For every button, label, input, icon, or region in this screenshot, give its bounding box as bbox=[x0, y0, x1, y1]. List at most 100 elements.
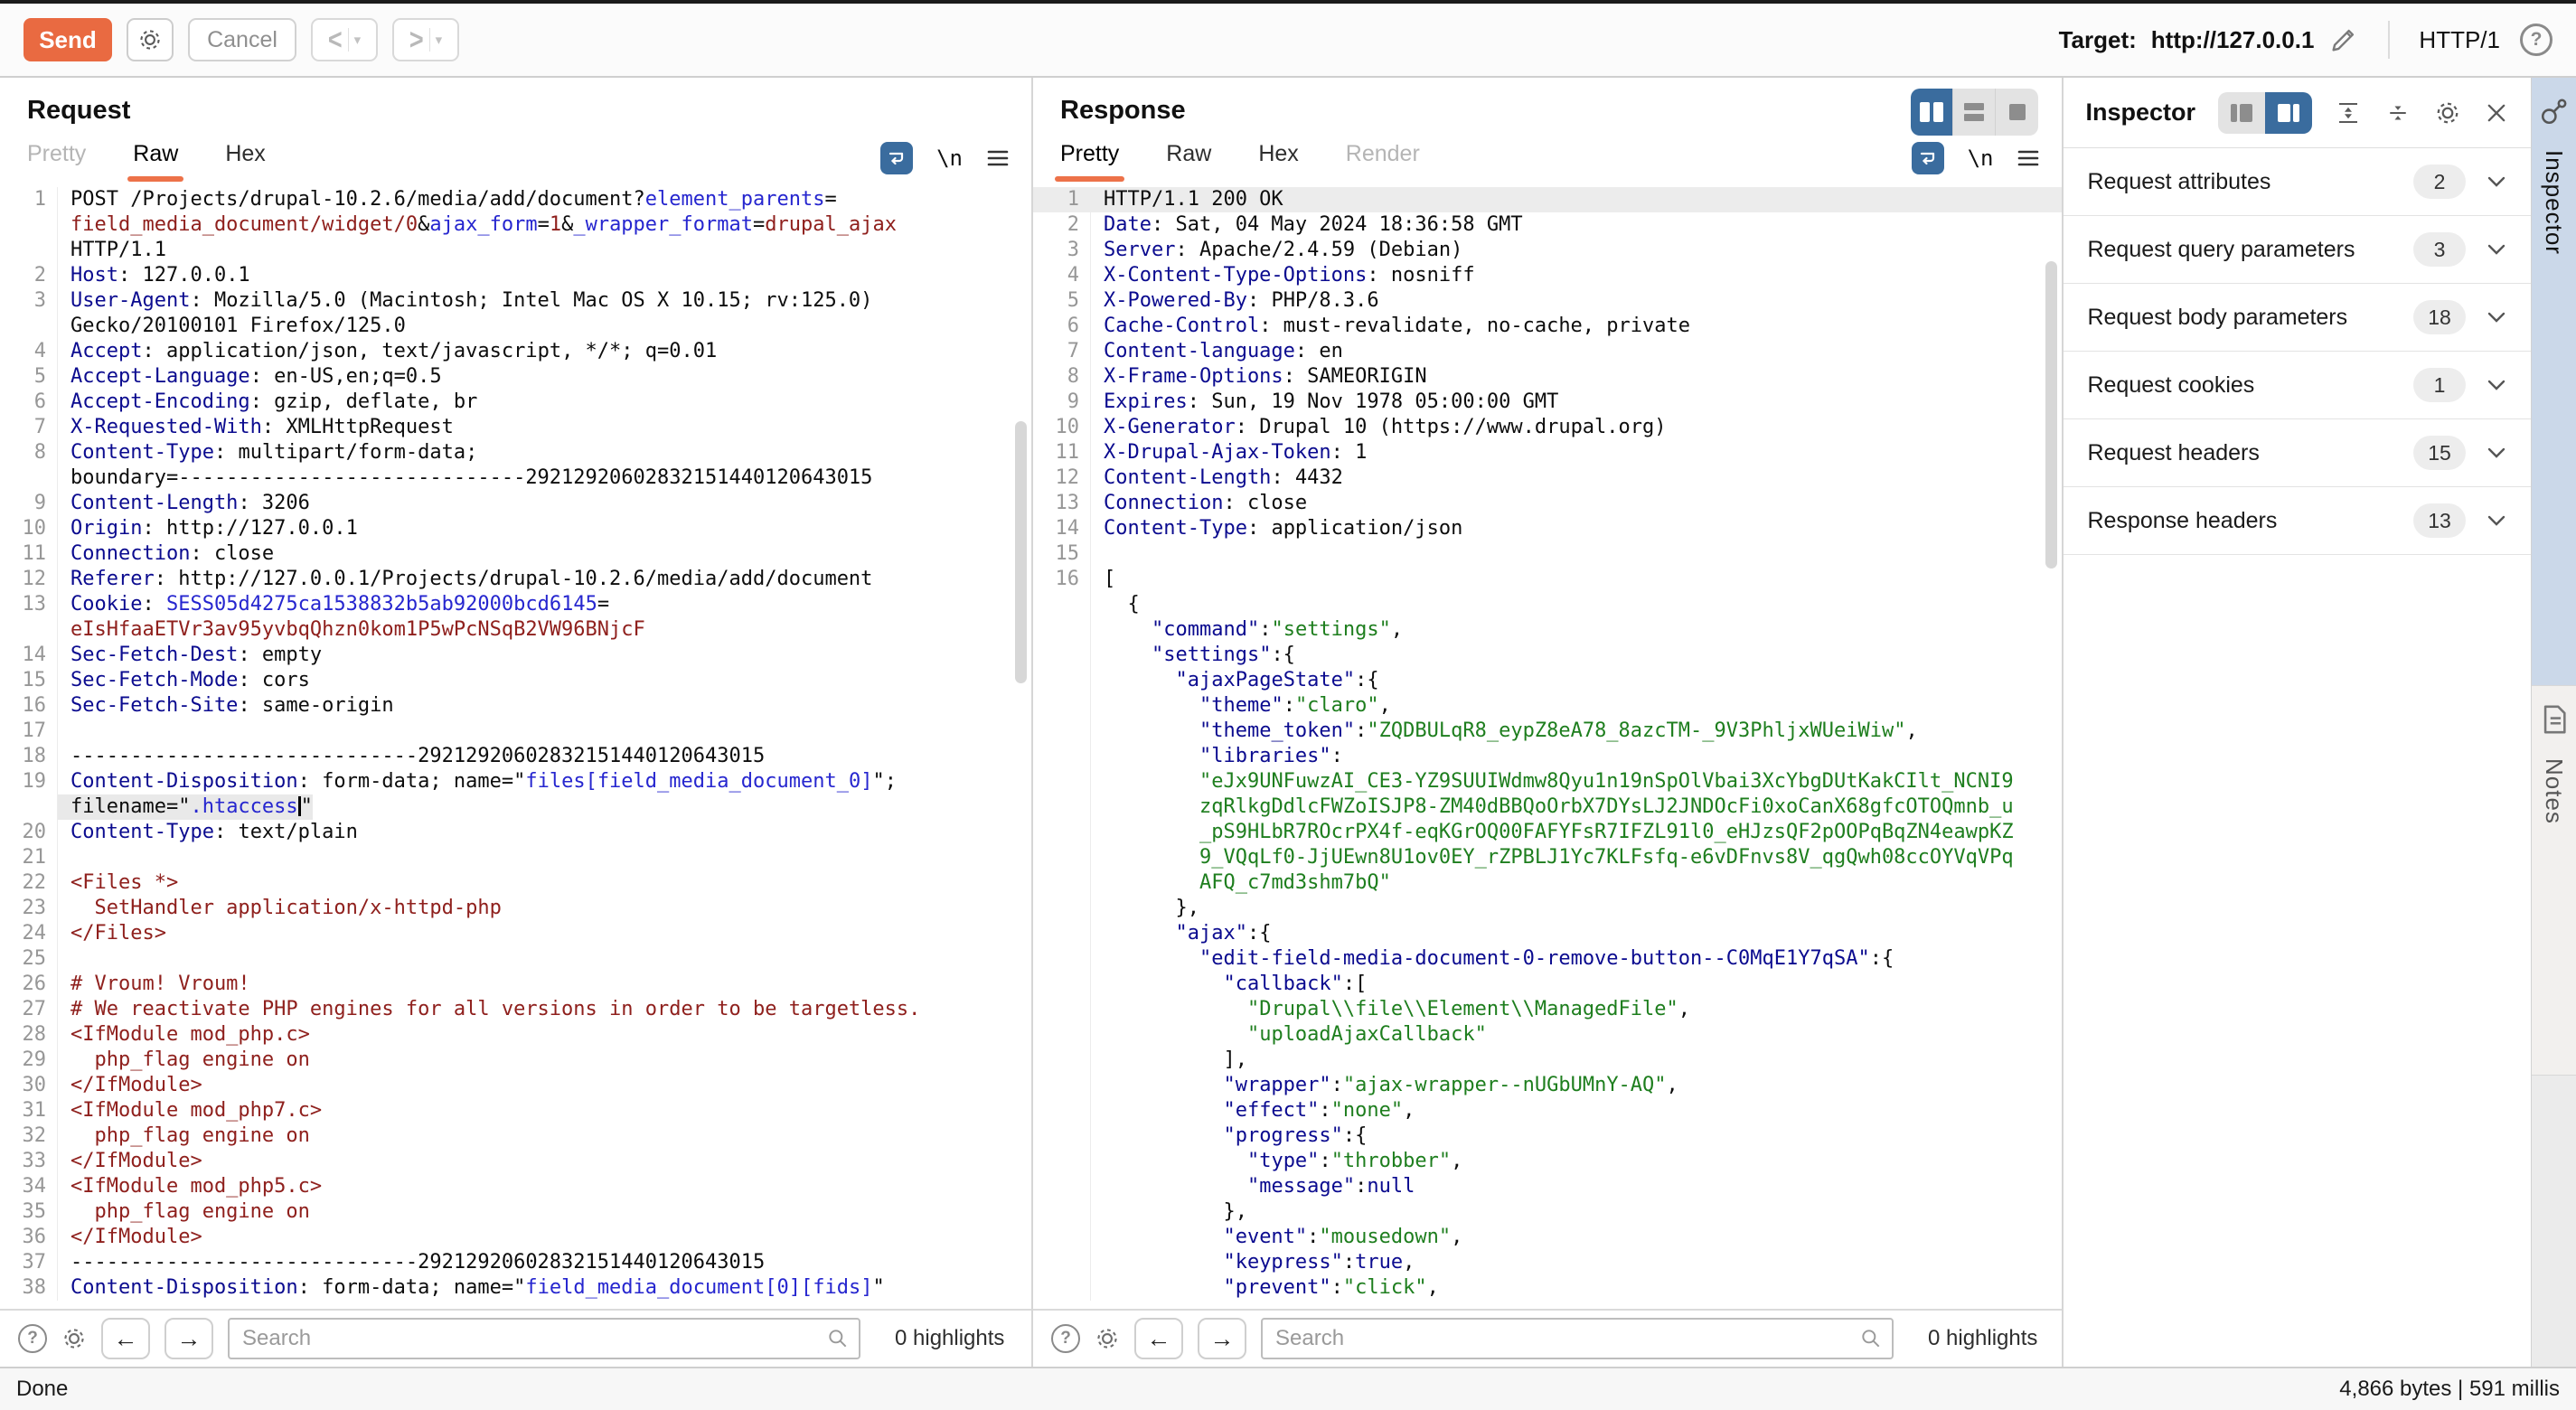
inspector-dock-left-button[interactable] bbox=[2218, 92, 2265, 134]
response-tab-pretty[interactable]: Pretty bbox=[1060, 141, 1119, 182]
code-line: "prevent":"click", bbox=[1033, 1275, 2062, 1301]
request-editor[interactable]: 1POST /Projects/drupal-10.2.6/media/add/… bbox=[0, 182, 1031, 1309]
chevron-down-icon[interactable] bbox=[2486, 310, 2507, 324]
response-editor[interactable]: 1HTTP/1.1 200 OK2Date: Sat, 04 May 2024 … bbox=[1033, 182, 2062, 1309]
chevron-down-icon[interactable] bbox=[2486, 174, 2507, 189]
code-line: 33</IfModule> bbox=[0, 1149, 1031, 1174]
word-wrap-icon[interactable] bbox=[880, 142, 913, 174]
code-text: X-Frame-Options: SAMEORIGIN bbox=[1091, 364, 1427, 390]
edit-target-pencil-icon[interactable] bbox=[2328, 24, 2359, 55]
send-settings-button[interactable] bbox=[127, 18, 174, 61]
line-number bbox=[1033, 997, 1091, 1022]
back-button[interactable]: < ▾ bbox=[311, 18, 378, 61]
help-icon[interactable]: ? bbox=[2520, 24, 2552, 56]
inspector-section-request-query-parameters[interactable]: Request query parameters3 bbox=[2064, 216, 2531, 284]
search-prev-button[interactable]: ← bbox=[1134, 1318, 1183, 1359]
inspector-dock-right-button[interactable] bbox=[2265, 92, 2312, 134]
line-number: 27 bbox=[0, 997, 58, 1022]
layout-rows-button[interactable] bbox=[1953, 89, 1996, 136]
layout-columns-button[interactable] bbox=[1911, 89, 1953, 136]
request-tab-pretty[interactable]: Pretty bbox=[27, 141, 86, 182]
forward-dropdown-icon[interactable]: ▾ bbox=[436, 32, 443, 48]
inspector-settings-gear-icon[interactable] bbox=[2434, 99, 2461, 127]
side-tab-inspector[interactable]: Inspector bbox=[2532, 78, 2576, 685]
back-dropdown-icon[interactable]: ▾ bbox=[354, 32, 362, 48]
inspector-section-request-attributes[interactable]: Request attributes2 bbox=[2064, 148, 2531, 216]
chevron-down-icon[interactable] bbox=[2486, 378, 2507, 392]
line-number: 5 bbox=[1033, 288, 1091, 314]
search-help-icon[interactable]: ? bbox=[18, 1324, 47, 1353]
request-search-input[interactable] bbox=[228, 1318, 860, 1359]
response-scrollbar[interactable] bbox=[2045, 261, 2057, 569]
inspector-section-request-cookies[interactable]: Request cookies1 bbox=[2064, 352, 2531, 419]
request-tab-raw[interactable]: Raw bbox=[133, 141, 178, 182]
editor-menu-icon[interactable] bbox=[2017, 148, 2040, 168]
chevron-down-icon[interactable] bbox=[2486, 242, 2507, 257]
code-text: { bbox=[1091, 592, 1140, 617]
code-text: "wrapper":"ajax-wrapper--nUGbUMnY-AQ", bbox=[1091, 1073, 1678, 1098]
search-settings-gear-icon[interactable] bbox=[61, 1326, 87, 1351]
inspector-section-response-headers[interactable]: Response headers13 bbox=[2064, 487, 2531, 555]
code-line: 28<IfModule mod_php.c> bbox=[0, 1022, 1031, 1048]
code-line: 3User-Agent: Mozilla/5.0 (Macintosh; Int… bbox=[0, 288, 1031, 314]
request-tab-hex[interactable]: Hex bbox=[225, 141, 265, 182]
collapse-all-icon[interactable] bbox=[2384, 99, 2411, 127]
code-text: X-Requested-With: XMLHttpRequest bbox=[58, 415, 454, 440]
code-text: "ajaxPageState":{ bbox=[1091, 668, 1379, 693]
code-text: </IfModule> bbox=[58, 1073, 202, 1098]
chevron-down-icon[interactable] bbox=[2486, 513, 2507, 528]
line-number bbox=[0, 465, 58, 491]
code-line: 27# We reactivate PHP engines for all ve… bbox=[0, 997, 1031, 1022]
line-number bbox=[1033, 921, 1091, 946]
code-text: Date: Sat, 04 May 2024 18:36:58 GMT bbox=[1091, 212, 1523, 238]
inspector-close-icon[interactable] bbox=[2484, 100, 2509, 126]
inspector-section-request-body-parameters[interactable]: Request body parameters18 bbox=[2064, 284, 2531, 352]
cancel-button[interactable]: Cancel bbox=[188, 18, 296, 61]
send-button[interactable]: Send bbox=[24, 18, 112, 61]
code-line: "wrapper":"ajax-wrapper--nUGbUMnY-AQ", bbox=[1033, 1073, 2062, 1098]
code-text: php_flag engine on bbox=[58, 1123, 310, 1149]
line-number: 11 bbox=[1033, 440, 1091, 465]
notes-tab-icon bbox=[2540, 704, 2569, 735]
editor-menu-icon[interactable] bbox=[986, 148, 1010, 168]
code-line: 17 bbox=[0, 719, 1031, 744]
code-text: _pS9HLbR7ROcrPX4f-eqKGrOQ00FAFYFsR7IFZL9… bbox=[1091, 820, 2014, 845]
inspector-section-request-headers[interactable]: Request headers15 bbox=[2064, 419, 2531, 487]
search-prev-button[interactable]: ← bbox=[101, 1318, 150, 1359]
expand-all-icon[interactable] bbox=[2335, 99, 2362, 127]
code-text: "settings":{ bbox=[1091, 643, 1295, 668]
http-version-label[interactable]: HTTP/1 bbox=[2419, 26, 2500, 54]
forward-button[interactable]: > ▾ bbox=[392, 18, 459, 61]
line-number: 20 bbox=[0, 820, 58, 845]
show-newlines-icon[interactable]: \n bbox=[1968, 146, 1994, 171]
line-number: 7 bbox=[1033, 339, 1091, 364]
code-text: [ bbox=[1091, 567, 1115, 592]
request-title: Request bbox=[27, 96, 1031, 126]
line-number: 10 bbox=[0, 516, 58, 541]
chevron-down-icon[interactable] bbox=[2486, 446, 2507, 460]
layout-toggle bbox=[1911, 89, 2038, 136]
response-tab-raw[interactable]: Raw bbox=[1166, 141, 1211, 182]
request-scrollbar[interactable] bbox=[1015, 421, 1027, 683]
code-line: "event":"mousedown", bbox=[1033, 1225, 2062, 1250]
search-help-icon[interactable]: ? bbox=[1051, 1324, 1080, 1353]
line-number bbox=[0, 617, 58, 643]
word-wrap-icon[interactable] bbox=[1912, 142, 1944, 174]
layout-single-button[interactable] bbox=[1996, 89, 2038, 136]
side-tab-notes[interactable]: Notes bbox=[2532, 685, 2576, 1076]
code-line: 11Connection: close bbox=[0, 541, 1031, 567]
search-next-button[interactable]: → bbox=[1198, 1318, 1246, 1359]
response-tab-hex[interactable]: Hex bbox=[1258, 141, 1298, 182]
code-text: Cache-Control: must-revalidate, no-cache… bbox=[1091, 314, 1690, 339]
search-settings-gear-icon[interactable] bbox=[1095, 1326, 1120, 1351]
response-tab-render[interactable]: Render bbox=[1346, 141, 1420, 182]
code-text: User-Agent: Mozilla/5.0 (Macintosh; Inte… bbox=[58, 288, 872, 314]
code-text: Content-Length: 4432 bbox=[1091, 465, 1343, 491]
code-line: 6Accept-Encoding: gzip, deflate, br bbox=[0, 390, 1031, 415]
code-line: 35 php_flag engine on bbox=[0, 1199, 1031, 1225]
show-newlines-icon[interactable]: \n bbox=[936, 146, 963, 171]
code-text: Content-Type: application/json bbox=[1091, 516, 1462, 541]
search-next-button[interactable]: → bbox=[165, 1318, 213, 1359]
response-search-input[interactable] bbox=[1261, 1318, 1894, 1359]
code-line: 26# Vroum! Vroum! bbox=[0, 972, 1031, 997]
